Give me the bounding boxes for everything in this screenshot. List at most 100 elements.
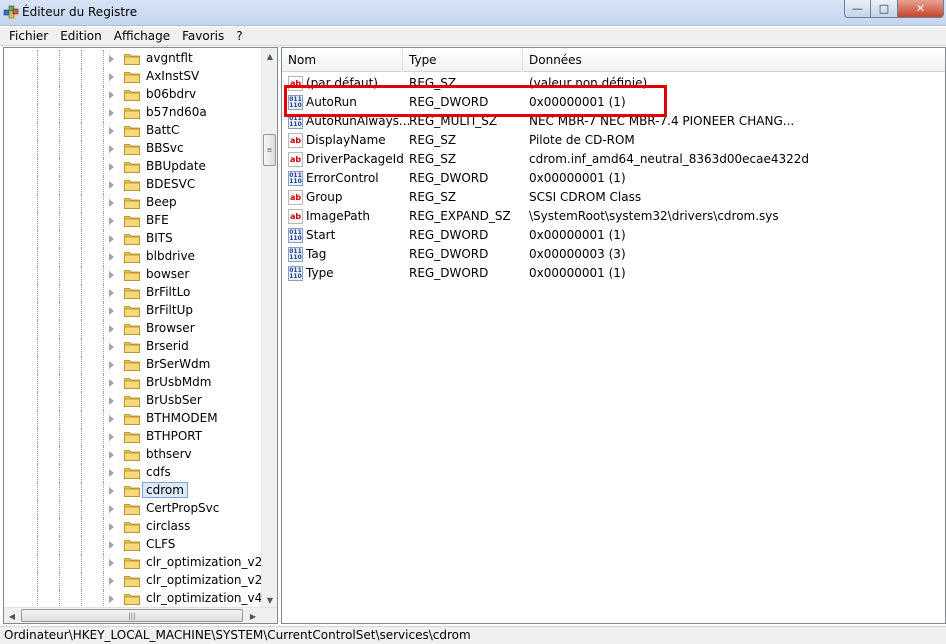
expand-arrow-icon[interactable]	[109, 469, 114, 477]
value-row[interactable]: 011 110 ErrorControl REG_DWORD 0x00000001 (…	[282, 169, 945, 188]
tree-item[interactable]: CertPropSvc	[4, 500, 262, 518]
menu-favoris[interactable]: Favoris	[176, 27, 230, 46]
menu-edition[interactable]: Edition	[54, 27, 108, 46]
tree-item[interactable]: circlass	[4, 518, 262, 536]
menu-help[interactable]: ?	[230, 27, 248, 46]
tree-item[interactable]: BrUsbMdm	[4, 374, 262, 392]
tree-item[interactable]: BDESVC	[4, 176, 262, 194]
scroll-left-icon[interactable]: ◀	[4, 608, 20, 623]
expand-arrow-icon[interactable]	[109, 109, 114, 117]
expand-arrow-icon[interactable]	[109, 595, 114, 603]
tree-item[interactable]: BrSerWdm	[4, 356, 262, 374]
value-row[interactable]: ab Group REG_SZ SCSI CDROM Class	[282, 188, 945, 207]
value-row[interactable]: ab DisplayName REG_SZ Pilote de CD-ROM	[282, 131, 945, 150]
tree-item[interactable]: avgntflt	[4, 50, 262, 68]
value-row[interactable]: ab ImagePath REG_EXPAND_SZ \SystemRoot\syst…	[282, 207, 945, 226]
expand-arrow-icon[interactable]	[109, 91, 114, 99]
expand-arrow-icon[interactable]	[109, 343, 114, 351]
maximize-button[interactable]: □	[871, 0, 898, 18]
value-row[interactable]: 011 110 Tag REG_DWORD 0x00000003 (3)	[282, 245, 945, 264]
tree-item[interactable]: CLFS	[4, 536, 262, 554]
scroll-right-icon[interactable]: ▶	[245, 608, 261, 623]
expand-arrow-icon[interactable]	[109, 325, 114, 333]
expand-arrow-icon[interactable]	[109, 361, 114, 369]
expand-arrow-icon[interactable]	[109, 253, 114, 261]
tree-item[interactable]: Browser	[4, 320, 262, 338]
tree-guide-line	[81, 500, 82, 518]
tree-item-label: bowser	[146, 267, 190, 281]
tree-item[interactable]: BBUpdate	[4, 158, 262, 176]
expand-arrow-icon[interactable]	[109, 523, 114, 531]
folder-icon	[124, 54, 140, 65]
expand-arrow-icon[interactable]	[109, 541, 114, 549]
tree-guide-line	[59, 518, 60, 536]
tree-vertical-scrollbar[interactable]: ▲ ≡ ▼	[261, 48, 277, 608]
expand-arrow-icon[interactable]	[109, 127, 114, 135]
tree-item[interactable]: cdrom	[4, 482, 262, 500]
tree-item[interactable]: b06bdrv	[4, 86, 262, 104]
tree-item[interactable]: cdfs	[4, 464, 262, 482]
tree-item[interactable]: clr_optimization_v2.0.5	[4, 572, 262, 590]
tree-item[interactable]: Brserid	[4, 338, 262, 356]
tree-item[interactable]: AxInstSV	[4, 68, 262, 86]
tree-item[interactable]: b57nd60a	[4, 104, 262, 122]
value-row[interactable]: ab DriverPackageId REG_SZ cdrom.inf_amd64_n…	[282, 150, 945, 169]
menu-affichage[interactable]: Affichage	[108, 27, 176, 46]
expand-arrow-icon[interactable]	[109, 307, 114, 315]
tree-item[interactable]: BTHMODEM	[4, 410, 262, 428]
expand-arrow-icon[interactable]	[109, 559, 114, 567]
tree-item[interactable]: BrUsbSer	[4, 392, 262, 410]
expand-arrow-icon[interactable]	[109, 271, 114, 279]
tree-item[interactable]: BITS	[4, 230, 262, 248]
tree-horizontal-scrollbar[interactable]: ◀ ||| ▶	[4, 607, 277, 623]
tree-item[interactable]: Beep	[4, 194, 262, 212]
tree-item[interactable]: bowser	[4, 266, 262, 284]
tree-guide-line	[59, 194, 60, 212]
scroll-down-icon[interactable]: ▼	[262, 592, 277, 608]
tree-guide-line	[103, 392, 104, 410]
tree-guide-line	[81, 482, 82, 500]
expand-arrow-icon[interactable]	[109, 433, 114, 441]
column-data[interactable]: Données	[523, 48, 945, 72]
expand-arrow-icon[interactable]	[109, 577, 114, 585]
expand-arrow-icon[interactable]	[109, 415, 114, 423]
tree-item[interactable]: BFE	[4, 212, 262, 230]
tree-item[interactable]: BattC	[4, 122, 262, 140]
expand-arrow-icon[interactable]	[109, 217, 114, 225]
expand-arrow-icon[interactable]	[109, 55, 114, 63]
column-name[interactable]: Nom	[282, 48, 403, 72]
tree-item[interactable]: blbdrive	[4, 248, 262, 266]
tree-item[interactable]: BrFiltLo	[4, 284, 262, 302]
expand-arrow-icon[interactable]	[109, 451, 114, 459]
expand-arrow-icon[interactable]	[109, 181, 114, 189]
tree-item-label: Browser	[146, 321, 195, 335]
close-button[interactable]: ✕	[898, 0, 944, 18]
expand-arrow-icon[interactable]	[109, 235, 114, 243]
expand-arrow-icon[interactable]	[109, 289, 114, 297]
value-row[interactable]: 011 110 Type REG_DWORD 0x00000001 (1)	[282, 264, 945, 283]
minimize-button[interactable]: —	[844, 0, 871, 18]
scroll-up-icon[interactable]: ▲	[262, 48, 277, 64]
tree-item[interactable]: BTHPORT	[4, 428, 262, 446]
expand-arrow-icon[interactable]	[109, 505, 114, 513]
scroll-thumb[interactable]: ≡	[263, 134, 276, 166]
tree-item[interactable]: bthserv	[4, 446, 262, 464]
expand-arrow-icon[interactable]	[109, 163, 114, 171]
scroll-thumb-horizontal[interactable]: |||	[21, 609, 243, 622]
expand-arrow-icon[interactable]	[109, 199, 114, 207]
menu-fichier[interactable]: Fichier	[3, 27, 54, 46]
expand-arrow-icon[interactable]	[109, 73, 114, 81]
expand-arrow-icon[interactable]	[109, 145, 114, 153]
tree-item[interactable]: BrFiltUp	[4, 302, 262, 320]
value-row[interactable]: 011 110 Start REG_DWORD 0x00000001 (1)	[282, 226, 945, 245]
folder-icon	[124, 306, 140, 317]
tree-item[interactable]: clr_optimization_v2.0.5	[4, 554, 262, 572]
tree-item[interactable]: clr_optimization_v4.0.3	[4, 590, 262, 608]
value-name: DisplayName	[306, 133, 386, 147]
expand-arrow-icon[interactable]	[109, 397, 114, 405]
expand-arrow-icon[interactable]	[109, 487, 114, 495]
column-type[interactable]: Type	[403, 48, 523, 72]
tree-item[interactable]: BBSvc	[4, 140, 262, 158]
tree-item-label: cdfs	[146, 465, 171, 479]
expand-arrow-icon[interactable]	[109, 379, 114, 387]
